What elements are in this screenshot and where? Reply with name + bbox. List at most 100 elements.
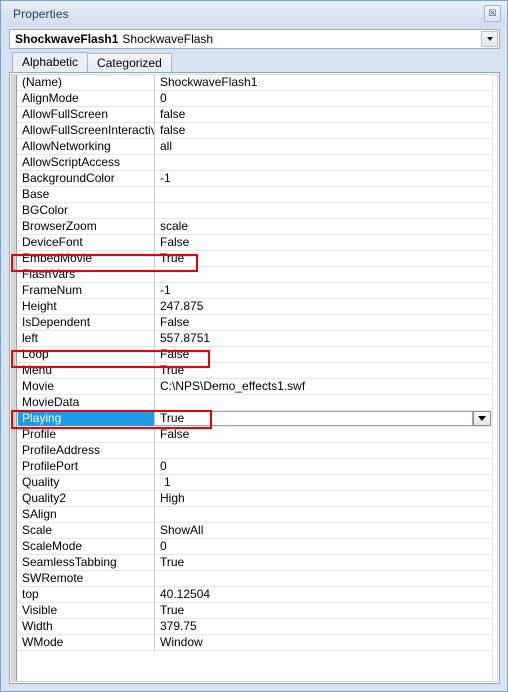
property-row[interactable]: AlignMode 0 xyxy=(18,91,491,107)
property-name[interactable]: (Name) xyxy=(18,75,155,90)
property-name[interactable]: Width xyxy=(18,619,155,634)
property-value[interactable]: 557.8751 xyxy=(155,331,491,346)
property-row[interactable]: AllowFullScreenInteractive false xyxy=(18,123,491,139)
property-name[interactable]: FrameNum xyxy=(18,283,155,298)
property-value[interactable]: scale xyxy=(155,219,491,234)
property-row[interactable]: Width 379.75 xyxy=(18,619,491,635)
property-row[interactable]: Loop False xyxy=(18,347,491,363)
property-value[interactable] xyxy=(155,267,491,282)
tab-categorized[interactable]: Categorized xyxy=(87,53,172,72)
property-value[interactable]: 379.75 xyxy=(155,619,491,634)
property-value[interactable]: ShowAll xyxy=(155,523,491,538)
object-selector-combobox[interactable]: ShockwaveFlash1 ShockwaveFlash xyxy=(9,29,500,49)
property-name[interactable]: SeamlessTabbing xyxy=(18,555,155,570)
property-value[interactable]: False xyxy=(155,235,491,250)
property-row[interactable]: ScaleMode 0 xyxy=(18,539,491,555)
property-row[interactable]: Height 247.875 xyxy=(18,299,491,315)
property-grid-scrollbar[interactable] xyxy=(492,75,497,681)
property-name[interactable]: ScaleMode xyxy=(18,539,155,554)
property-value[interactable]: 40.12504 xyxy=(155,587,491,602)
property-row[interactable]: Playing True xyxy=(18,411,491,427)
property-row[interactable]: Profile False xyxy=(18,427,491,443)
property-row[interactable]: BrowserZoom scale xyxy=(18,219,491,235)
property-row[interactable]: Scale ShowAll xyxy=(18,523,491,539)
close-icon[interactable]: ☒ xyxy=(484,5,501,22)
property-value[interactable]: 0 xyxy=(155,539,491,554)
property-value[interactable] xyxy=(155,155,491,170)
property-name[interactable]: WMode xyxy=(18,635,155,650)
property-name[interactable]: DeviceFont xyxy=(18,235,155,250)
property-name[interactable]: EmbedMovie xyxy=(18,251,155,266)
property-value[interactable]: false xyxy=(155,107,491,122)
property-row[interactable]: AllowNetworking all xyxy=(18,139,491,155)
property-value[interactable]: False xyxy=(155,315,491,330)
property-row[interactable]: ProfilePort 0 xyxy=(18,459,491,475)
property-name[interactable]: AlignMode xyxy=(18,91,155,106)
property-row[interactable]: AllowScriptAccess xyxy=(18,155,491,171)
property-row[interactable]: SAlign xyxy=(18,507,491,523)
property-value[interactable]: ShockwaveFlash1 xyxy=(155,75,491,90)
property-row[interactable]: AllowFullScreen false xyxy=(18,107,491,123)
property-value[interactable]: True xyxy=(155,603,491,618)
property-value[interactable] xyxy=(155,203,491,218)
property-name[interactable]: AllowFullScreen xyxy=(18,107,155,122)
property-name[interactable]: MovieData xyxy=(18,395,155,410)
property-name[interactable]: BGColor xyxy=(18,203,155,218)
property-row[interactable]: Base xyxy=(18,187,491,203)
property-name[interactable]: Playing xyxy=(18,411,155,426)
property-value[interactable]: C:\NPS\Demo_effects1.swf xyxy=(155,379,491,394)
property-name[interactable]: BrowserZoom xyxy=(18,219,155,234)
property-name[interactable]: ProfilePort xyxy=(18,459,155,474)
property-name[interactable]: top xyxy=(18,587,155,602)
property-row[interactable]: Quality2 High xyxy=(18,491,491,507)
property-name[interactable]: BackgroundColor xyxy=(18,171,155,186)
property-value[interactable]: False xyxy=(155,347,491,362)
property-row[interactable]: top 40.12504 xyxy=(18,587,491,603)
property-row[interactable]: EmbedMovie True xyxy=(18,251,491,267)
property-value[interactable] xyxy=(155,571,491,586)
property-value[interactable] xyxy=(155,187,491,202)
property-name[interactable]: ProfileAddress xyxy=(18,443,155,458)
property-value[interactable]: True xyxy=(155,363,491,378)
property-name[interactable]: AllowFullScreenInteractive xyxy=(18,123,155,138)
property-value[interactable] xyxy=(155,507,491,522)
property-value[interactable]: false xyxy=(155,123,491,138)
property-value[interactable]: Window xyxy=(155,635,491,650)
property-value[interactable]: -1 xyxy=(155,283,491,298)
property-row[interactable]: DeviceFont False xyxy=(18,235,491,251)
property-value[interactable]: 0 xyxy=(155,91,491,106)
property-name[interactable]: FlashVars xyxy=(18,267,155,282)
property-name[interactable]: Height xyxy=(18,299,155,314)
property-name[interactable]: Quality2 xyxy=(18,491,155,506)
chevron-down-icon[interactable] xyxy=(481,31,498,47)
property-name[interactable]: Quality xyxy=(18,475,155,490)
property-name[interactable]: AllowNetworking xyxy=(18,139,155,154)
tab-alphabetic[interactable]: Alphabetic xyxy=(12,52,89,72)
property-row[interactable]: FlashVars xyxy=(18,267,491,283)
property-value[interactable]: all xyxy=(155,139,491,154)
property-value[interactable]: True xyxy=(155,555,491,570)
property-value[interactable] xyxy=(155,443,491,458)
property-row[interactable]: FrameNum -1 xyxy=(18,283,491,299)
property-value[interactable]: True xyxy=(155,251,491,266)
property-row[interactable]: BackgroundColor -1 xyxy=(18,171,491,187)
property-value[interactable]: 247.875 xyxy=(155,299,491,314)
property-name[interactable]: Scale xyxy=(18,523,155,538)
property-name[interactable]: Loop xyxy=(18,347,155,362)
property-value[interactable] xyxy=(155,395,491,410)
property-name[interactable]: Visible xyxy=(18,603,155,618)
property-name[interactable]: Base xyxy=(18,187,155,202)
property-row[interactable]: Movie C:\NPS\Demo_effects1.swf xyxy=(18,379,491,395)
property-name[interactable]: AllowScriptAccess xyxy=(18,155,155,170)
value-dropdown-chevron-down-icon[interactable] xyxy=(473,411,491,426)
property-name[interactable]: Profile xyxy=(18,427,155,442)
property-row[interactable]: MovieData xyxy=(18,395,491,411)
property-value[interactable]: 1 xyxy=(155,475,491,490)
property-row[interactable]: Menu True xyxy=(18,363,491,379)
property-row[interactable]: SeamlessTabbing True xyxy=(18,555,491,571)
property-name[interactable]: Movie xyxy=(18,379,155,394)
property-name[interactable]: Menu xyxy=(18,363,155,378)
property-value[interactable]: False xyxy=(155,427,491,442)
property-name[interactable]: SAlign xyxy=(18,507,155,522)
property-row[interactable]: IsDependent False xyxy=(18,315,491,331)
